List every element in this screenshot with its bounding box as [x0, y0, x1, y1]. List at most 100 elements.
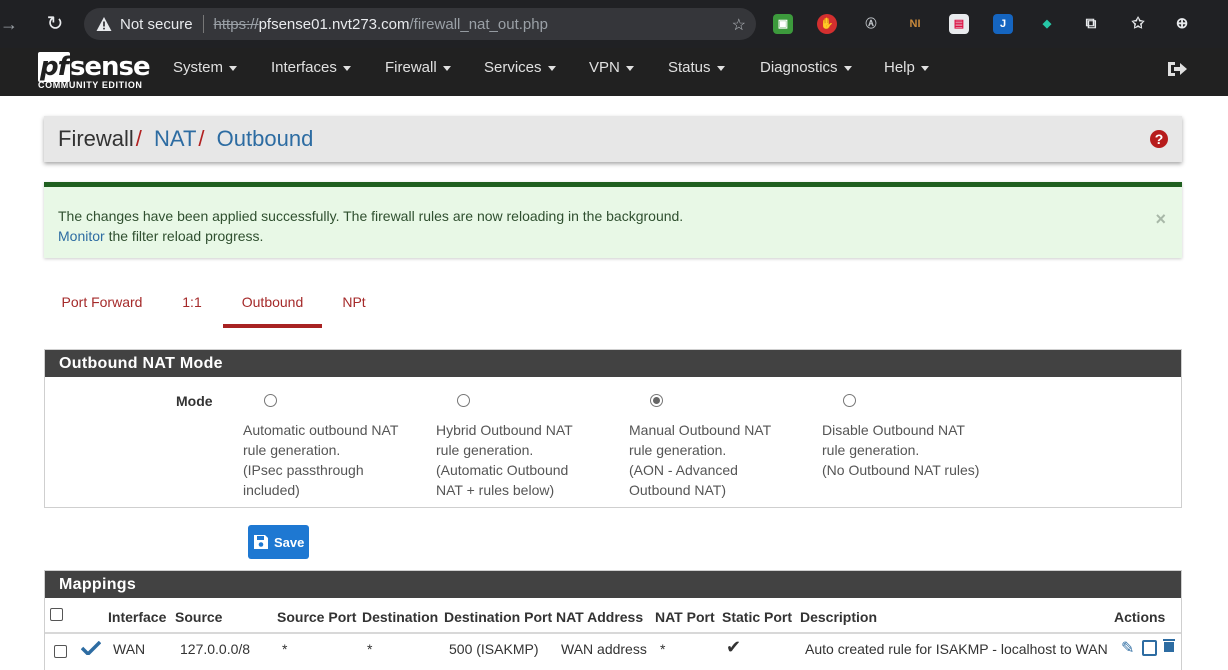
- help-icon[interactable]: ?: [1150, 130, 1168, 148]
- chevron-down-icon: [843, 65, 852, 71]
- brand-edition: COMMUNITY EDITION: [38, 80, 143, 90]
- brand-name: pfsense: [38, 52, 151, 82]
- extension-robot-icon[interactable]: ▣: [773, 14, 793, 34]
- tab-npt[interactable]: NPt: [341, 288, 367, 328]
- row-source-port: *: [282, 641, 288, 657]
- address-divider: [202, 15, 204, 33]
- check-enabled-icon[interactable]: [81, 641, 101, 655]
- column-header-destination[interactable]: Destination: [362, 609, 438, 625]
- floppy-disk-icon: [254, 535, 268, 549]
- row-description: Auto created rule for ISAKMP - localhost…: [805, 641, 1108, 657]
- breadcrumb-separator: /: [135, 126, 142, 151]
- panel-title: Mappings: [45, 571, 1181, 598]
- breadcrumb-firewall: Firewall: [58, 126, 134, 151]
- extension-stop-icon[interactable]: ✋: [817, 14, 837, 34]
- breadcrumb-outbound[interactable]: Outbound: [217, 126, 314, 151]
- mode-radio-disable[interactable]: [843, 394, 856, 407]
- extensions-icon[interactable]: ⧉: [1081, 14, 1101, 34]
- mode-radio-manual[interactable]: [650, 394, 663, 407]
- pfsense-logo[interactable]: pfsense COMMUNITY EDITION: [38, 52, 151, 92]
- reload-icon[interactable]: ↻: [42, 10, 68, 38]
- pfsense-navbar: pfsense COMMUNITY EDITION System Interfa…: [0, 48, 1228, 96]
- chevron-down-icon: [547, 65, 556, 71]
- row-checkbox[interactable]: [54, 645, 67, 658]
- column-header-source[interactable]: Source: [175, 609, 222, 625]
- browser-toolbar: → ↻ Not secure https:// pfsense01.nvt273…: [0, 0, 1228, 48]
- collections-icon[interactable]: ⊕: [1172, 14, 1192, 34]
- column-header-description[interactable]: Description: [800, 609, 877, 625]
- url-host: pfsense01.nvt273.com: [258, 15, 410, 33]
- extension-ni-icon[interactable]: NI: [905, 14, 925, 34]
- panel-title: Outbound NAT Mode: [45, 350, 1181, 377]
- favorites-icon[interactable]: ✩: [1128, 14, 1148, 34]
- pencil-icon[interactable]: ✎: [1121, 638, 1134, 658]
- tab-port-forward[interactable]: Port Forward: [61, 288, 143, 328]
- menu-interfaces[interactable]: Interfaces: [271, 48, 351, 96]
- back-arrow-icon[interactable]: →: [0, 10, 20, 38]
- monitor-link[interactable]: Monitor: [58, 228, 105, 244]
- mappings-panel: Mappings Interface Source Source Port De…: [44, 570, 1182, 670]
- alert-monitor-line: Monitor the filter reload progress.: [58, 228, 263, 244]
- security-status[interactable]: Not secure: [120, 16, 193, 33]
- close-icon[interactable]: ×: [1155, 209, 1166, 230]
- breadcrumb: Firewall/ NAT/ Outbound: [58, 126, 313, 152]
- menu-vpn[interactable]: VPN: [589, 48, 634, 96]
- nat-tabs: Port Forward 1:1 Outbound NPt: [44, 288, 1182, 328]
- row-nat-address: WAN address: [561, 641, 647, 657]
- row-destination-port: 500 (ISAKMP): [449, 641, 539, 657]
- row-source: 127.0.0.0/8: [180, 641, 251, 657]
- row-static-port-check: ✔: [726, 637, 742, 657]
- mode-option-automatic[interactable]: Automatic outbound NAT rule generation. …: [243, 394, 413, 500]
- chevron-down-icon: [920, 65, 929, 71]
- column-header-nat-address[interactable]: NAT Address: [556, 609, 643, 625]
- alert-message: The changes have been applied successful…: [58, 208, 684, 224]
- chevron-down-icon: [625, 65, 634, 71]
- save-button[interactable]: Save: [248, 525, 309, 559]
- breadcrumb-panel: Firewall/ NAT/ Outbound ?: [44, 116, 1182, 162]
- mode-option-hybrid[interactable]: Hybrid Outbound NAT rule generation. (Au…: [436, 394, 606, 500]
- extension-diamond-icon[interactable]: ◆: [1037, 14, 1057, 34]
- url-scheme: https://: [213, 15, 259, 33]
- extension-window-icon[interactable]: ▤: [949, 14, 969, 34]
- mode-option-disable[interactable]: Disable Outbound NAT rule generation. (N…: [822, 394, 1012, 480]
- trash-icon[interactable]: [1162, 638, 1176, 652]
- logout-icon[interactable]: [1166, 60, 1188, 78]
- row-nat-port: *: [660, 641, 666, 657]
- url-path: /firewall_nat_out.php: [409, 15, 548, 33]
- mode-option-manual[interactable]: Manual Outbound NAT rule generation. (AO…: [629, 394, 799, 500]
- add-favorite-icon[interactable]: ☆: [732, 15, 746, 35]
- menu-status[interactable]: Status: [668, 48, 725, 96]
- address-bar[interactable]: Not secure https:// pfsense01.nvt273.com…: [84, 8, 756, 40]
- menu-system[interactable]: System: [173, 48, 238, 96]
- menu-diagnostics[interactable]: Diagnostics: [760, 48, 852, 96]
- mode-radio-hybrid[interactable]: [457, 394, 470, 407]
- column-header-nat-port[interactable]: NAT Port: [655, 609, 715, 625]
- save-label: Save: [274, 534, 305, 550]
- tab-outbound[interactable]: Outbound: [223, 288, 322, 328]
- mode-radio-automatic[interactable]: [264, 394, 277, 407]
- table-header-divider: [45, 632, 1181, 634]
- outbound-nat-mode-panel: Outbound NAT Mode Mode Automatic outboun…: [44, 349, 1182, 508]
- mode-label: Mode: [176, 393, 213, 409]
- column-header-destination-port[interactable]: Destination Port: [444, 609, 552, 625]
- row-destination: *: [367, 641, 373, 657]
- menu-services[interactable]: Services: [484, 48, 556, 96]
- column-header-static-port[interactable]: Static Port: [722, 609, 792, 625]
- breadcrumb-nat[interactable]: NAT: [154, 126, 196, 151]
- chevron-down-icon: [342, 65, 351, 71]
- breadcrumb-separator: /: [198, 126, 205, 151]
- chevron-down-icon: [716, 65, 725, 71]
- extension-translate-icon[interactable]: Ⓐ: [861, 14, 881, 34]
- column-header-actions: Actions: [1114, 609, 1166, 625]
- menu-firewall[interactable]: Firewall: [385, 48, 451, 96]
- select-all-checkbox[interactable]: [50, 608, 63, 621]
- extension-j-icon[interactable]: J: [993, 14, 1013, 34]
- row-interface: WAN: [113, 641, 146, 657]
- copy-icon[interactable]: [1142, 640, 1157, 656]
- column-header-source-port[interactable]: Source Port: [277, 609, 356, 625]
- column-header-interface[interactable]: Interface: [108, 609, 166, 625]
- chevron-down-icon: [229, 65, 238, 71]
- chevron-down-icon: [442, 65, 451, 71]
- menu-help[interactable]: Help: [884, 48, 929, 96]
- tab-one-to-one[interactable]: 1:1: [179, 288, 205, 328]
